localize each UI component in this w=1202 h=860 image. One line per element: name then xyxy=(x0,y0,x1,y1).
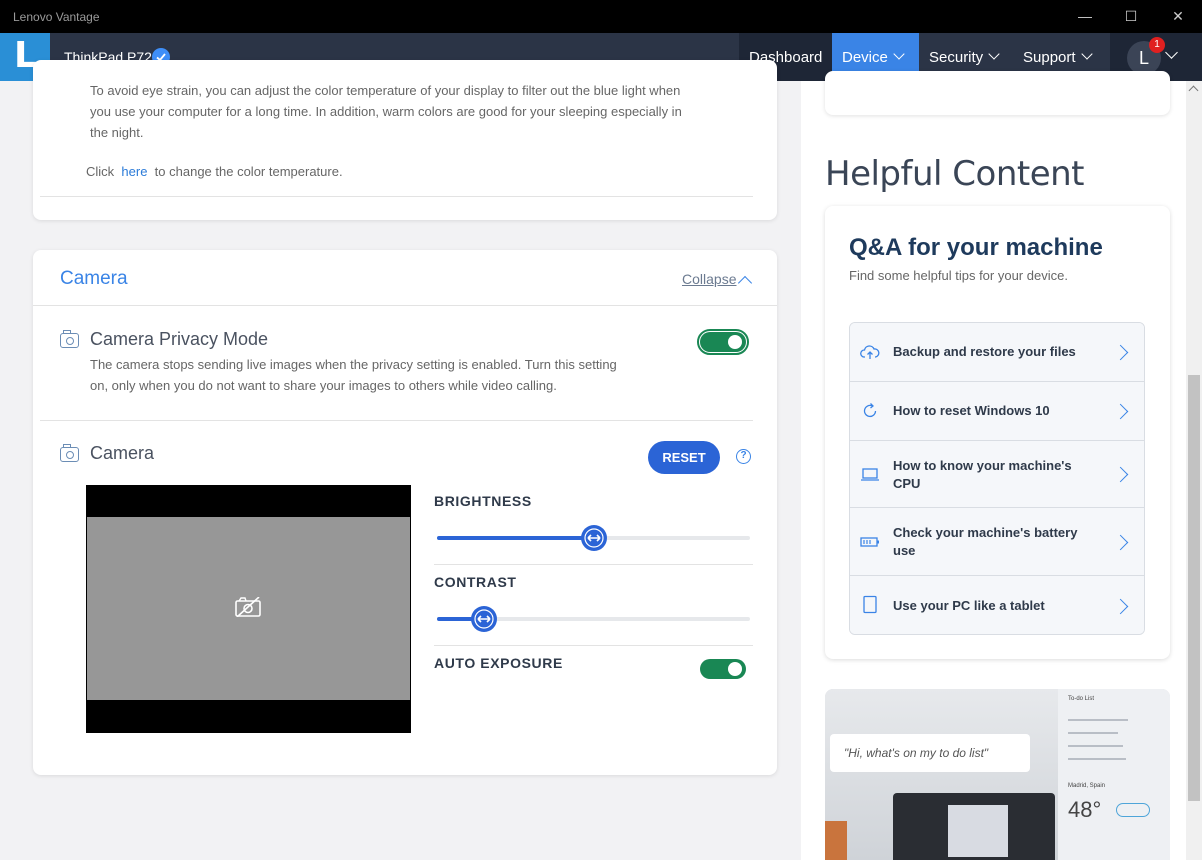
weather-temperature: 48° xyxy=(1068,797,1102,822)
chevron-down-icon xyxy=(1080,48,1093,60)
todo-line xyxy=(1068,758,1126,760)
divider xyxy=(33,305,777,306)
camera-privacy-description: The camera stops sending live images whe… xyxy=(90,357,617,393)
click-prefix: Click xyxy=(86,164,115,179)
chevron-down-icon xyxy=(988,48,1000,60)
chevron-right-icon xyxy=(1112,466,1129,483)
chevron-right-icon xyxy=(1112,598,1129,615)
todo-panel: To-do List Madrid, Spain 48° xyxy=(1058,689,1170,860)
color-temp-line: Click here to change the color temperatu… xyxy=(86,164,343,179)
divider xyxy=(40,196,753,197)
camera-privacy-toggle[interactable] xyxy=(697,329,749,355)
right-panel: Helpful Content Q&A for your machine Fin… xyxy=(801,71,1186,860)
camera-title: Camera xyxy=(90,443,155,463)
chevron-right-icon xyxy=(1112,534,1129,551)
qa-item-label: How to know your machine's CPU xyxy=(893,458,1072,491)
nav-device-label: Device xyxy=(842,49,888,66)
qa-subtitle: Find some helpful tips for your device. xyxy=(849,268,1068,283)
reset-button[interactable]: RESET xyxy=(648,441,720,474)
qa-item-backup[interactable]: Backup and restore your files xyxy=(850,323,1144,382)
close-button[interactable]: ✕ xyxy=(1155,0,1201,33)
promo-speech-bubble: "Hi, what's on my to do list" xyxy=(830,734,1030,772)
qa-item-label: Check your machine's battery use xyxy=(893,525,1078,558)
brightness-slider[interactable] xyxy=(437,525,750,551)
qa-card: Q&A for your machine Find some helpful t… xyxy=(825,206,1170,659)
pencil-cup-image xyxy=(825,821,847,860)
divider xyxy=(434,645,753,646)
window-titlebar: Lenovo Vantage — ☐ ✕ xyxy=(0,0,1202,33)
qa-item-label: Backup and restore your files xyxy=(893,344,1076,359)
battery-icon xyxy=(860,537,879,547)
color-temperature-link[interactable]: here xyxy=(121,164,147,179)
tablet-icon xyxy=(863,595,877,614)
chevron-down-icon xyxy=(893,48,905,60)
camera-preview-area xyxy=(87,517,410,700)
minimize-button[interactable]: — xyxy=(1062,0,1108,33)
qa-item-label: How to reset Windows 10 xyxy=(893,403,1050,418)
contrast-slider[interactable] xyxy=(437,606,750,632)
maximize-button[interactable]: ☐ xyxy=(1108,0,1154,33)
collapse-link[interactable]: Collapse xyxy=(682,271,736,287)
divider xyxy=(434,564,753,565)
scroll-up-arrow-icon[interactable] xyxy=(1188,85,1199,96)
chevron-down-icon[interactable] xyxy=(1165,46,1178,59)
todo-line xyxy=(1068,745,1123,747)
help-icon[interactable]: ? xyxy=(736,449,751,464)
todo-line xyxy=(1068,719,1128,721)
vertical-scrollbar[interactable] xyxy=(1186,81,1202,860)
eye-care-card: To avoid eye strain, you can adjust the … xyxy=(33,60,777,220)
qa-item-tablet[interactable]: Use your PC like a tablet xyxy=(850,576,1144,634)
todo-title: To-do List xyxy=(1068,696,1095,702)
laptop-image xyxy=(893,793,1055,860)
nav-support-label: Support xyxy=(1023,49,1076,66)
camera-icon xyxy=(60,330,79,348)
qa-list: Backup and restore your files How to res… xyxy=(849,322,1145,635)
camera-off-icon xyxy=(235,597,261,617)
qa-item-cpu[interactable]: How to know your machine's CPU xyxy=(850,441,1144,508)
contrast-slider-handle[interactable] xyxy=(470,606,497,632)
right-top-card xyxy=(825,71,1170,115)
brightness-slider-handle[interactable] xyxy=(580,525,607,551)
qa-item-battery[interactable]: Check your machine's battery use xyxy=(850,508,1144,576)
laptop-screen xyxy=(948,805,1008,857)
qa-item-reset-windows[interactable]: How to reset Windows 10 xyxy=(850,382,1144,441)
camera-preview xyxy=(86,485,411,733)
refresh-icon xyxy=(863,403,877,418)
promo-image[interactable]: "Hi, what's on my to do list" To-do List… xyxy=(825,689,1170,860)
cloud-icon xyxy=(1116,803,1150,817)
helpful-content-title: Helpful Content xyxy=(825,154,1085,194)
auto-exposure-label: AUTO EXPOSURE xyxy=(434,655,563,671)
window-title: Lenovo Vantage xyxy=(13,10,100,24)
qa-item-label: Use your PC like a tablet xyxy=(893,598,1045,613)
chevron-right-icon xyxy=(1112,403,1129,420)
camera-section-title: Camera xyxy=(60,268,128,289)
chevron-right-icon xyxy=(1112,344,1129,361)
contrast-label: CONTRAST xyxy=(434,574,517,590)
chevron-up-icon[interactable] xyxy=(737,275,753,291)
toggle-knob xyxy=(700,332,746,352)
camera-card: Camera Collapse Camera Privacy Mode The … xyxy=(33,250,777,775)
laptop-icon xyxy=(861,468,879,481)
todo-line xyxy=(1068,732,1118,734)
eye-care-description: To avoid eye strain, you can adjust the … xyxy=(90,83,682,140)
divider xyxy=(40,420,753,421)
camera-icon xyxy=(60,444,79,462)
weather-city: Madrid, Spain xyxy=(1068,783,1106,789)
brightness-label: BRIGHTNESS xyxy=(434,493,532,509)
brightness-fill xyxy=(437,536,594,540)
qa-title: Q&A for your machine xyxy=(849,234,1103,261)
camera-privacy-title: Camera Privacy Mode xyxy=(90,329,269,349)
notification-badge: 1 xyxy=(1149,37,1165,53)
nav-security-label: Security xyxy=(929,49,984,66)
cloud-upload-icon xyxy=(860,345,880,359)
click-suffix: to change the color temperature. xyxy=(154,164,343,179)
scrollbar-thumb[interactable] xyxy=(1188,375,1200,801)
auto-exposure-toggle[interactable] xyxy=(700,659,746,679)
